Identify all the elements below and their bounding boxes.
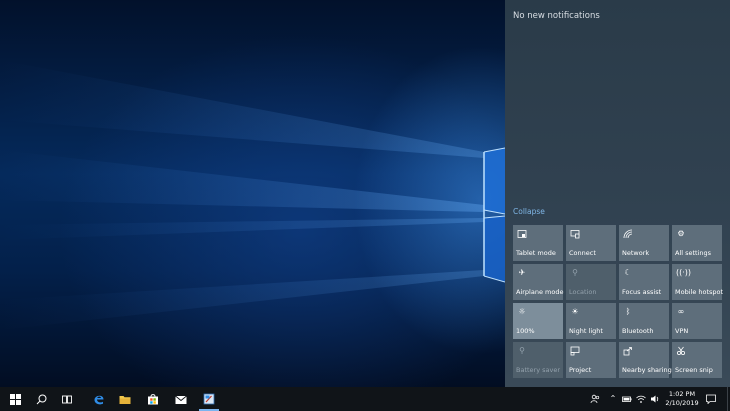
moon-icon: ☾ <box>624 268 632 277</box>
windows-logo-icon <box>9 390 21 409</box>
mail-button[interactable] <box>168 387 194 411</box>
tile-screen-snip[interactable]: Screen snip <box>672 342 722 378</box>
connect-icon <box>570 229 580 239</box>
tile-label: Airplane mode <box>516 288 564 296</box>
tile-label: Tablet mode <box>516 249 556 257</box>
tile-brightness[interactable]: ☼ 100% <box>513 303 563 339</box>
collapse-link[interactable]: Collapse <box>513 207 545 216</box>
nearby-sharing-icon <box>623 346 633 356</box>
start-button[interactable] <box>2 387 28 411</box>
network-icon <box>623 229 633 239</box>
tile-label: Focus assist <box>622 288 662 296</box>
chevron-up-icon[interactable]: ⌃ <box>608 394 618 404</box>
tile-location[interactable]: ⚲ Location <box>566 264 616 300</box>
edge-icon <box>93 390 105 409</box>
edge-app-button[interactable] <box>86 387 112 411</box>
tile-label: Mobile hotspot <box>675 288 724 296</box>
notifications-icon[interactable] <box>706 394 716 405</box>
tile-label: Project <box>569 366 592 374</box>
taskbar: ⌃ 1:02 PM 2/10/2019 <box>0 387 730 411</box>
airplane-icon: ✈ <box>518 268 526 277</box>
tile-mobile-hotspot[interactable]: ((·)) Mobile hotspot <box>672 264 724 300</box>
tile-label: 100% <box>516 327 535 335</box>
hotspot-icon: ((·)) <box>676 268 692 277</box>
tile-label: Nearby sharing <box>622 366 672 374</box>
battery-icon[interactable] <box>622 394 632 404</box>
tile-label: VPN <box>675 327 689 335</box>
quick-actions-grid: Tablet mode Connect Network ⚙ All settin… <box>513 225 724 378</box>
no-notifications-text: No new notifications <box>513 11 600 21</box>
bluetooth-icon: ᛒ <box>625 307 631 316</box>
tile-label: Connect <box>569 249 596 257</box>
search-button[interactable] <box>28 387 54 411</box>
clock-date: 2/10/2019 <box>665 399 699 407</box>
clock-time: 1:02 PM <box>668 390 696 398</box>
mail-icon <box>175 390 187 409</box>
tile-airplane-mode[interactable]: ✈ Airplane mode <box>513 264 563 300</box>
tile-label: Location <box>569 288 597 296</box>
file-explorer-button[interactable] <box>112 387 138 411</box>
project-icon <box>570 346 580 356</box>
vpn-icon: ∞ <box>677 307 685 316</box>
tile-project[interactable]: Project <box>566 342 616 378</box>
wifi-icon[interactable] <box>636 394 646 404</box>
folder-icon <box>119 390 131 409</box>
tile-label: Network <box>622 249 650 257</box>
tile-label: All settings <box>675 249 712 257</box>
action-center-panel: No new notifications Collapse Tablet mod… <box>505 0 730 387</box>
tile-vpn[interactable]: ∞ VPN <box>672 303 722 339</box>
tile-label: Battery saver <box>516 366 561 374</box>
tile-bluetooth[interactable]: ᛒ Bluetooth <box>619 303 669 339</box>
tile-label: Screen snip <box>675 366 713 374</box>
tile-label: Bluetooth <box>622 327 654 335</box>
tile-all-settings[interactable]: ⚙ All settings <box>672 225 722 261</box>
volume-icon[interactable] <box>650 394 660 404</box>
tile-tablet-mode[interactable]: Tablet mode <box>513 225 563 261</box>
search-icon <box>36 390 47 409</box>
brightness-icon: ☼ <box>518 307 526 316</box>
tile-label: Night light <box>569 327 603 335</box>
tile-battery-saver[interactable]: ⚲ Battery saver <box>513 342 563 378</box>
clock[interactable]: 1:02 PM 2/10/2019 <box>664 390 700 408</box>
tile-nearby-sharing[interactable]: Nearby sharing <box>619 342 672 378</box>
people-icon[interactable] <box>590 394 600 404</box>
desktop-wallpaper <box>0 0 505 387</box>
tile-network[interactable]: Network <box>619 225 669 261</box>
store-button[interactable] <box>140 387 166 411</box>
tile-focus-assist[interactable]: ☾ Focus assist <box>619 264 669 300</box>
location-icon: ⚲ <box>572 268 578 277</box>
battery-saver-icon: ⚲ <box>519 346 525 355</box>
night-light-icon: ☀ <box>571 307 579 316</box>
screen-snip-icon <box>676 346 686 356</box>
store-icon <box>147 390 159 409</box>
gear-icon: ⚙ <box>677 229 685 238</box>
tablet-mode-icon <box>517 229 527 239</box>
snip-app-icon <box>203 390 215 409</box>
tile-night-light[interactable]: ☀ Night light <box>566 303 616 339</box>
task-view-icon <box>61 390 73 409</box>
snip-app-button[interactable] <box>196 387 222 411</box>
task-view-button[interactable] <box>54 387 80 411</box>
tile-connect[interactable]: Connect <box>566 225 616 261</box>
